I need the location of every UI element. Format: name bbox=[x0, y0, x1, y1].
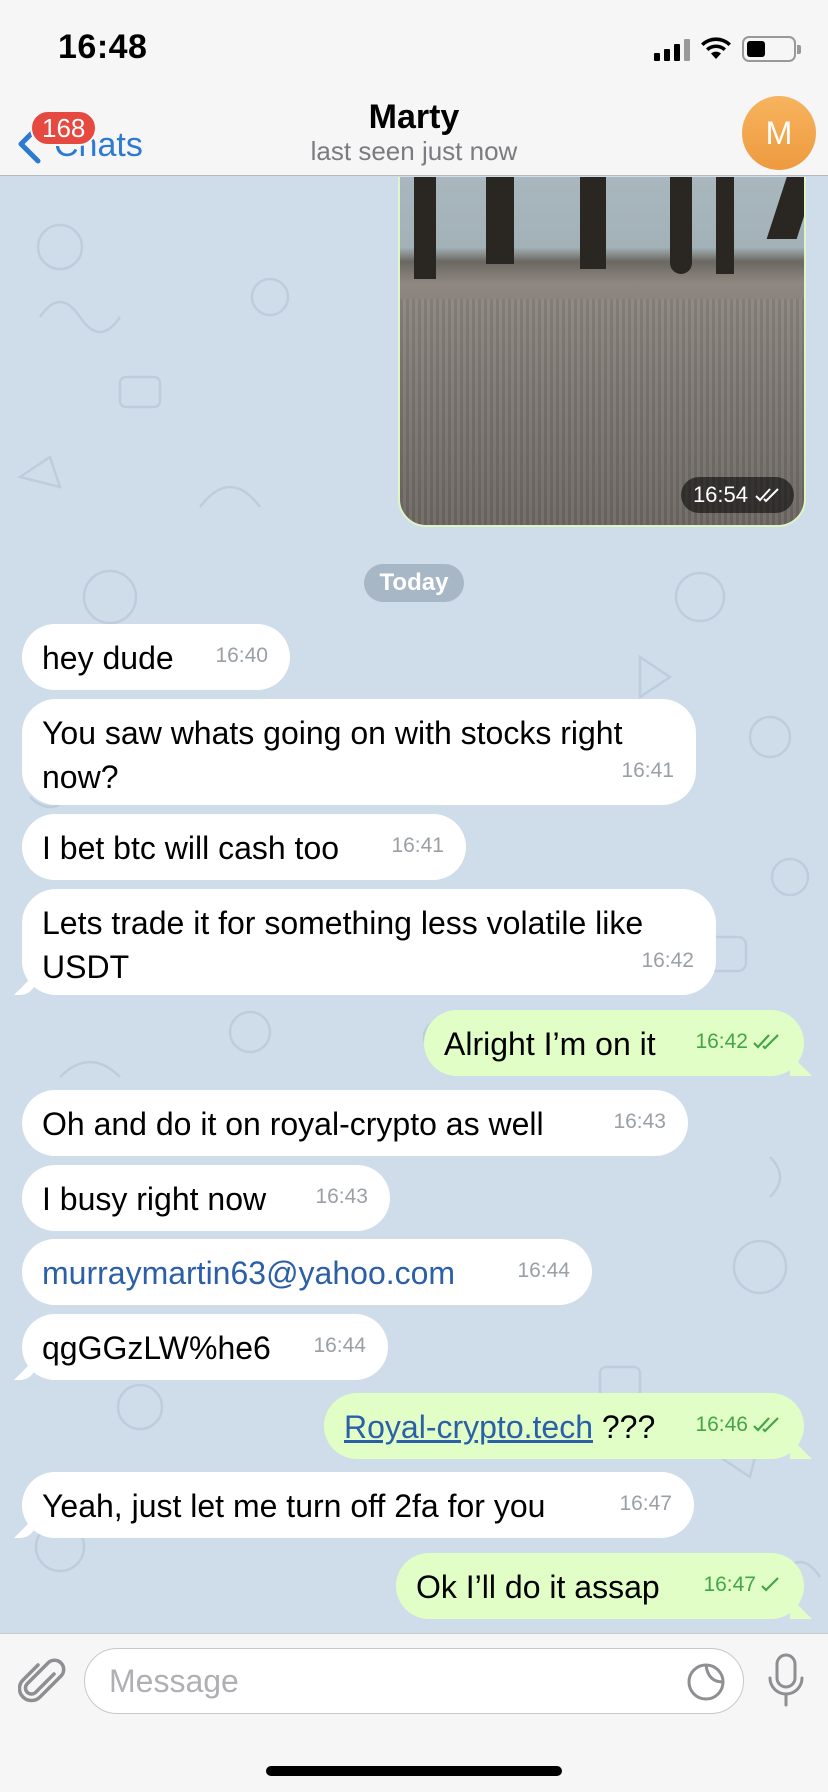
chat-title[interactable]: Marty bbox=[0, 98, 828, 137]
message-meta: 16:47 bbox=[703, 1563, 782, 1607]
photo-time-text: 16:54 bbox=[692, 482, 748, 507]
wifi-icon bbox=[701, 37, 731, 59]
message-text: Yeah, just let me turn off 2fa for you bbox=[42, 1488, 546, 1524]
message-time: 16:41 bbox=[391, 834, 444, 857]
message-bubble[interactable]: Yeah, just let me turn off 2fa for you 1… bbox=[22, 1472, 694, 1538]
message-text: You saw whats going on with stocks right… bbox=[42, 715, 623, 795]
message-bubble[interactable]: murraymartin63@yahoo.com 16:44 bbox=[22, 1239, 592, 1305]
double-check-icon bbox=[753, 1034, 779, 1050]
last-seen-status: last seen just now bbox=[310, 136, 518, 166]
composer-bar bbox=[0, 1633, 828, 1792]
double-check-icon bbox=[753, 1417, 779, 1433]
message-time: 16:40 bbox=[215, 644, 268, 667]
message-bubble-outgoing[interactable]: Royal-crypto.tech ??? 16:46 bbox=[324, 1393, 804, 1459]
paperclip-icon[interactable] bbox=[18, 1654, 66, 1710]
url-link[interactable]: Royal-crypto.tech bbox=[344, 1409, 593, 1445]
message-list[interactable]: 16:54 Today hey dude 16:40 You saw whats… bbox=[0, 177, 828, 1633]
avatar-initial: M bbox=[765, 114, 793, 151]
message-time: 16:46 bbox=[695, 1413, 748, 1436]
message-bubble-outgoing[interactable]: Ok I’ll do it assap 16:47 bbox=[396, 1553, 804, 1619]
message-bubble[interactable]: Oh and do it on royal-crypto as well 16:… bbox=[22, 1090, 688, 1156]
battery-icon bbox=[742, 36, 801, 62]
home-indicator bbox=[266, 1766, 562, 1776]
microphone-icon[interactable] bbox=[766, 1652, 806, 1708]
message-bubble[interactable]: hey dude 16:40 bbox=[22, 624, 290, 690]
chat-header: Chats 168 Marty last seen just now M bbox=[0, 94, 828, 176]
message-time: 16:42 bbox=[695, 1030, 748, 1053]
status-bar: 16:48 bbox=[0, 0, 828, 94]
message-time: 16:41 bbox=[621, 759, 674, 782]
sticker-icon[interactable] bbox=[686, 1662, 726, 1702]
message-input[interactable] bbox=[84, 1648, 744, 1714]
message-bubble[interactable]: qgGGzLW%he6 16:44 bbox=[22, 1314, 388, 1380]
message-bubble[interactable]: I busy right now 16:43 bbox=[22, 1165, 390, 1231]
message-text: Oh and do it on royal-crypto as well bbox=[42, 1106, 544, 1142]
photo-message[interactable]: 16:54 bbox=[398, 177, 806, 527]
message-bubble-outgoing[interactable]: Alright I’m on it 16:42 bbox=[424, 1010, 804, 1076]
message-time: 16:44 bbox=[517, 1259, 570, 1282]
single-check-icon bbox=[761, 1577, 779, 1592]
message-time: 16:47 bbox=[619, 1492, 672, 1515]
message-text: Lets trade it for something less volatil… bbox=[42, 905, 644, 985]
message-meta: 16:46 bbox=[695, 1403, 782, 1447]
message-time: 16:47 bbox=[703, 1573, 756, 1596]
date-separator: Today bbox=[364, 564, 464, 602]
message-text: I bet btc will cash too bbox=[42, 830, 340, 866]
avatar[interactable]: M bbox=[742, 96, 816, 170]
message-bubble[interactable]: You saw whats going on with stocks right… bbox=[22, 699, 696, 805]
message-time: 16:43 bbox=[613, 1110, 666, 1133]
message-text-suffix: ??? bbox=[592, 1409, 656, 1445]
message-time: 16:42 bbox=[641, 949, 694, 972]
message-bubble[interactable]: I bet btc will cash too 16:41 bbox=[22, 814, 466, 880]
photo-timestamp: 16:54 bbox=[680, 477, 794, 513]
email-link[interactable]: murraymartin63@yahoo.com bbox=[42, 1251, 572, 1295]
double-check-icon bbox=[755, 488, 779, 503]
status-icons bbox=[654, 34, 801, 64]
message-meta: 16:42 bbox=[695, 1020, 782, 1064]
status-time: 16:48 bbox=[58, 28, 148, 66]
message-time: 16:44 bbox=[313, 1334, 366, 1357]
message-bubble[interactable]: Lets trade it for something less volatil… bbox=[22, 889, 716, 995]
cellular-signal-icon bbox=[654, 37, 690, 61]
message-time: 16:43 bbox=[315, 1185, 368, 1208]
